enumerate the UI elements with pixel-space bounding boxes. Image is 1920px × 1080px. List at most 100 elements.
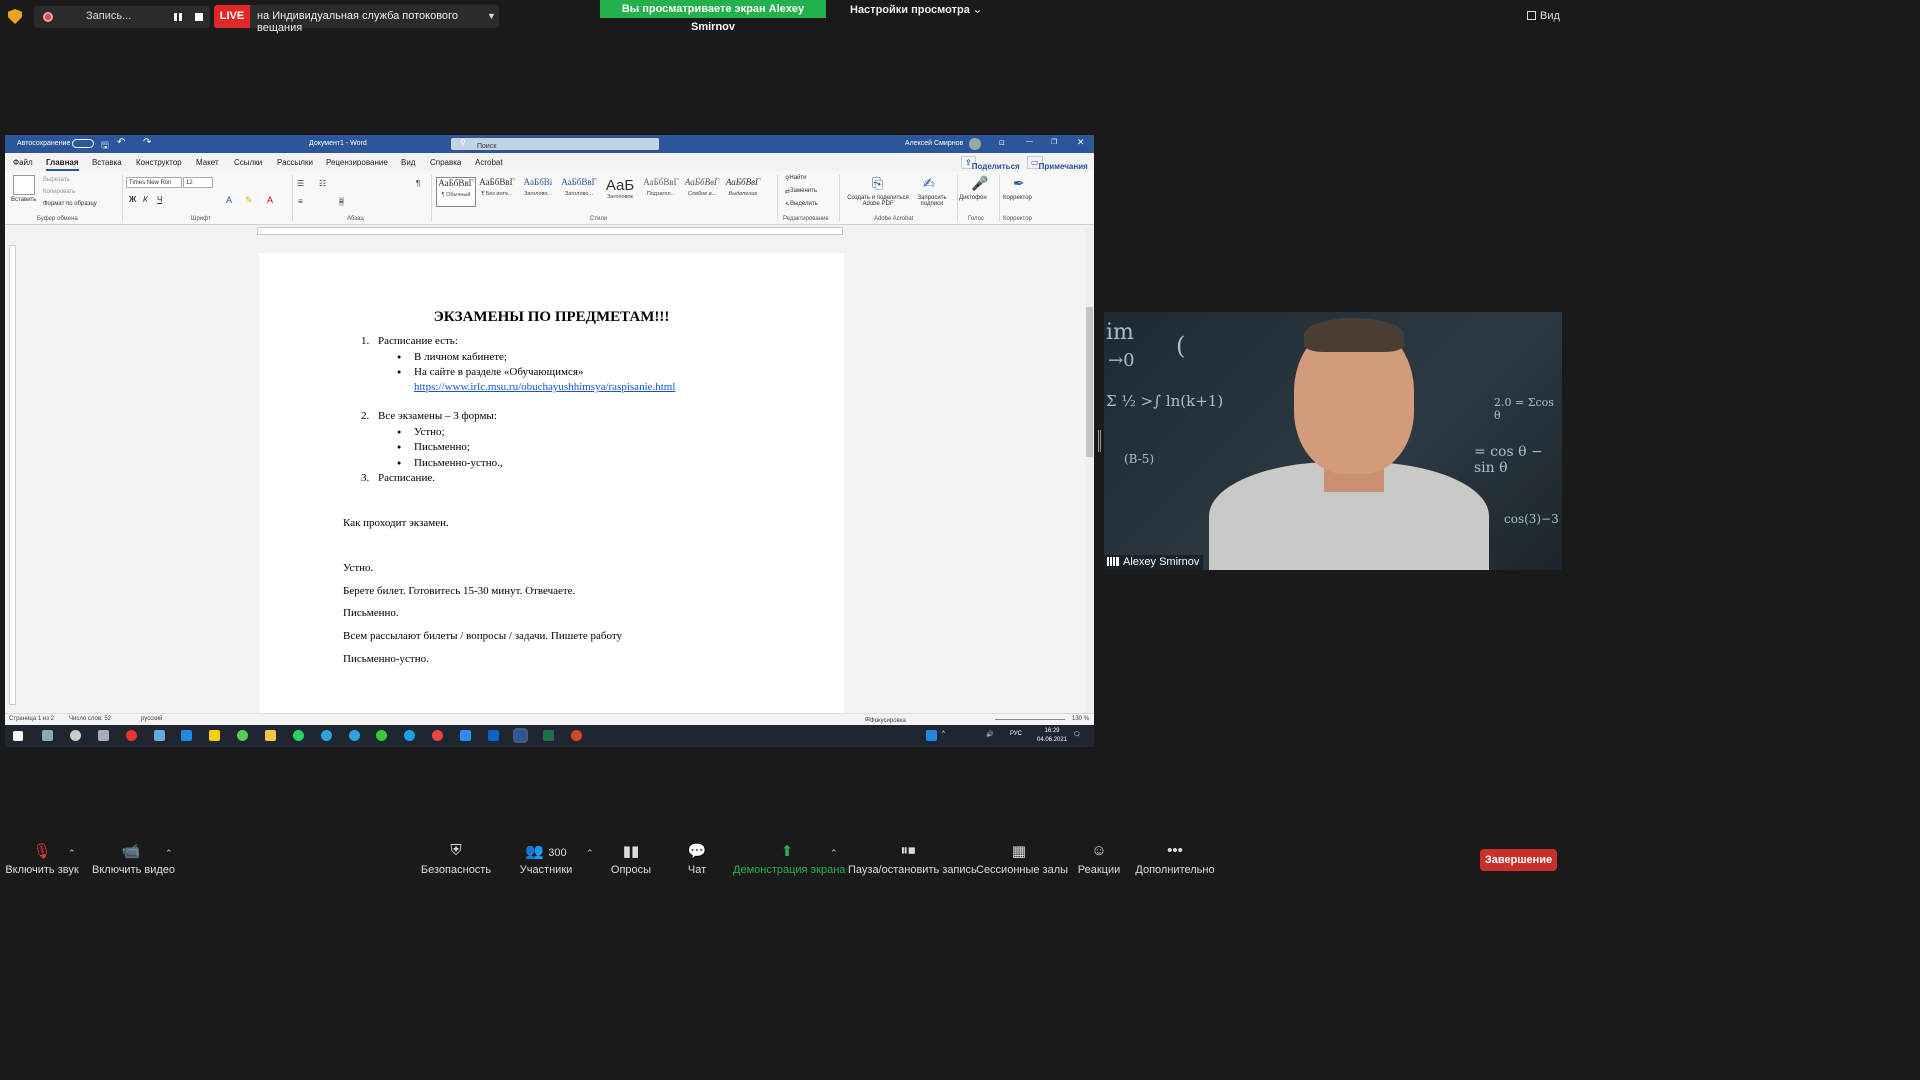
share-screen-button[interactable]: ⬆ Демонстрация экрана — [733, 836, 845, 882]
language-status[interactable]: русский — [141, 716, 163, 722]
word-app-icon[interactable] — [513, 728, 528, 743]
zoom-level[interactable]: 130 % — [1072, 716, 1089, 722]
ribbon-display-icon[interactable]: ⊡ — [999, 139, 1005, 147]
chrome-icon[interactable] — [432, 730, 443, 741]
tab-help[interactable]: Справка — [430, 158, 461, 167]
redo-icon[interactable]: ↷ — [143, 137, 151, 148]
file-explorer-icon[interactable] — [265, 730, 276, 741]
participants-options-chevron-icon[interactable]: ⌃ — [586, 848, 594, 859]
tab-view[interactable]: Вид — [401, 158, 415, 167]
italic-button[interactable]: К — [143, 195, 148, 204]
focus-button[interactable]: ⊞ Фокусировка — [865, 716, 906, 724]
style-subtitle[interactable]: АаБбВвГ Подзагол... — [641, 177, 681, 207]
close-icon[interactable]: ✕ — [1077, 137, 1085, 148]
minimize-icon[interactable]: — — [1026, 138, 1033, 145]
highlight-icon[interactable]: ✎ — [245, 195, 253, 206]
excel-icon[interactable] — [543, 730, 554, 741]
bold-button[interactable]: Ж — [129, 195, 136, 204]
style-no-spacing[interactable]: АаБбВвГ ¶ Без инте... — [477, 177, 517, 207]
request-signature-button[interactable]: Запросить подписи — [911, 195, 953, 207]
tab-layout[interactable]: Макет — [196, 158, 219, 167]
font-name-select[interactable]: Times New Ron — [126, 177, 182, 188]
font-size-select[interactable]: 12 — [183, 177, 213, 188]
style-emphasis[interactable]: АаБбВвГ Выделение — [723, 177, 763, 207]
powerpoint-icon[interactable] — [571, 730, 582, 741]
chat-button[interactable]: 💬 Чат — [677, 836, 717, 882]
pilcrow-icon[interactable]: ¶ — [416, 179, 420, 188]
replace-button[interactable]: ⇄ Заменить — [785, 188, 817, 195]
end-meeting-button[interactable]: Завершение — [1480, 849, 1557, 871]
volume-icon[interactable]: 🔊 — [986, 731, 993, 738]
reactions-button[interactable]: ☺ Реакции — [1074, 836, 1124, 882]
telegram-icon[interactable] — [349, 730, 360, 741]
windows-start-icon[interactable] — [13, 731, 23, 741]
security-button[interactable]: ⛨ Безопасность — [420, 836, 492, 882]
document-page[interactable]: ЭКЗАМЕНЫ ПО ПРЕДМЕТАМ!!! 1. Расписание е… — [259, 253, 844, 723]
horizontal-ruler[interactable] — [257, 227, 843, 235]
align-left-icon[interactable]: ≡ — [298, 197, 303, 206]
share-options-chevron-icon[interactable]: ⌃ — [830, 848, 838, 859]
format-painter-button[interactable]: Формат по образцу — [43, 201, 97, 207]
request-signature-icon[interactable]: ✍ — [923, 175, 935, 192]
view-button[interactable]: Вид — [1527, 10, 1560, 22]
app-icon[interactable] — [126, 730, 137, 741]
video-options-chevron-icon[interactable]: ⌃ — [165, 848, 173, 859]
app-icon[interactable] — [237, 730, 248, 741]
tab-mailings[interactable]: Рассылки — [277, 158, 313, 167]
telegram-icon[interactable] — [321, 730, 332, 741]
pause-recording-icon[interactable] — [174, 13, 182, 21]
find-button[interactable]: ⚲ Найти — [785, 175, 807, 182]
security-shield-icon[interactable] — [8, 9, 22, 24]
zoom-slider[interactable] — [995, 719, 1065, 720]
paste-button[interactable]: Вставить — [11, 197, 36, 203]
save-icon[interactable]: 🖫 — [101, 138, 109, 154]
tab-references[interactable]: Ссылки — [234, 158, 262, 167]
app-icon[interactable] — [181, 730, 192, 741]
tab-file[interactable]: Файл — [13, 158, 33, 167]
cut-button[interactable]: Вырезать — [43, 177, 70, 183]
vertical-scrollbar[interactable] — [1085, 227, 1094, 713]
tab-acrobat[interactable]: Acrobat — [475, 158, 503, 167]
autosave-toggle[interactable] — [72, 139, 94, 148]
breakout-rooms-button[interactable]: ▦ Сессионные залы — [976, 836, 1068, 882]
edge-icon[interactable] — [404, 730, 415, 741]
word-search-box[interactable]: Поиск — [451, 138, 659, 150]
numbering-icon[interactable]: ☷ — [319, 179, 326, 188]
page-count[interactable]: Страница 1 из 2 — [9, 716, 54, 722]
app-icon[interactable] — [98, 730, 109, 741]
select-button[interactable]: ↖ Выделить — [785, 201, 818, 208]
dictate-button[interactable]: Диктофон — [959, 195, 987, 201]
sticky-notes-icon[interactable] — [209, 730, 220, 741]
outlook-icon[interactable] — [488, 730, 499, 741]
copy-button[interactable]: Копировать — [43, 189, 75, 195]
style-title[interactable]: АаБ Заголовок — [600, 177, 640, 207]
text-effects-icon[interactable]: A — [226, 195, 232, 205]
app-icon[interactable] — [70, 730, 81, 741]
font-color-icon[interactable]: A — [267, 195, 273, 205]
microphone-icon[interactable]: 🎤 — [971, 175, 988, 192]
wechat-icon[interactable] — [376, 730, 387, 741]
panel-resize-handle[interactable] — [1098, 430, 1101, 452]
create-pdf-button[interactable]: Создать и поделиться Adobe PDF — [845, 195, 911, 207]
tab-insert[interactable]: Вставка — [92, 158, 122, 167]
style-heading-1[interactable]: АаБбВі Заголово... — [518, 177, 558, 207]
style-heading-2[interactable]: АаБбВвГ Заголово... — [559, 177, 599, 207]
notifications-icon[interactable]: 🗨 — [1073, 731, 1081, 738]
polls-button[interactable]: ▮▮ Опросы — [606, 836, 656, 882]
audio-options-chevron-icon[interactable]: ⌃ — [68, 848, 76, 859]
participant-video[interactable]: im →0 ( Σ ½ >∫ ln(k+1) 2.0 = Σcos θ (B-5… — [1104, 312, 1562, 570]
tray-chevron-icon[interactable]: ^ — [942, 731, 945, 737]
underline-button[interactable]: Ч — [157, 195, 162, 204]
pause-stop-recording-button[interactable]: ⏸⏹ Пауза/остановить запись — [848, 836, 977, 882]
style-subtle-emphasis[interactable]: АаБбВвГ Слабое в... — [682, 177, 722, 207]
input-language[interactable]: РУС — [1010, 731, 1022, 737]
tab-home[interactable]: Главная — [46, 158, 79, 171]
zoom-app-icon[interactable] — [460, 730, 471, 741]
undo-icon[interactable]: ↶ — [117, 137, 125, 148]
vertical-ruler[interactable] — [9, 245, 16, 705]
system-clock[interactable]: 16:29 04.06.2021 — [1037, 727, 1067, 745]
tab-design[interactable]: Конструктор — [136, 158, 182, 167]
avatar[interactable] — [969, 138, 981, 150]
tray-app-icon[interactable] — [926, 730, 937, 741]
scrollbar-thumb[interactable] — [1086, 307, 1093, 457]
